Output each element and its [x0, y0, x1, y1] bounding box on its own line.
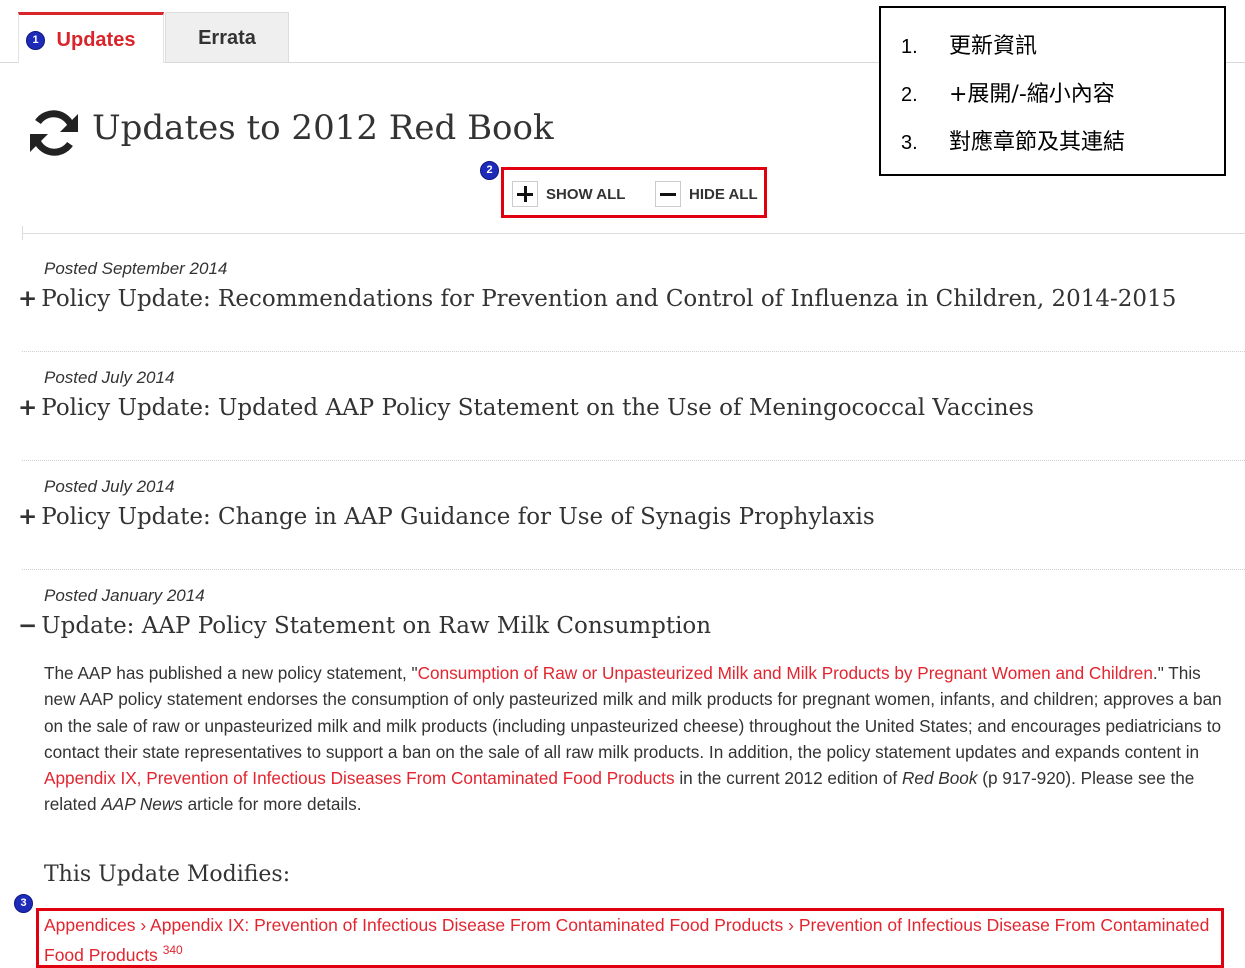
annotation-badge-2: 2	[480, 161, 499, 180]
update-title: Policy Update: Recommendations for Preve…	[41, 286, 1177, 312]
modifies-heading: This Update Modifies:	[44, 862, 291, 887]
collapse-icon: −	[18, 613, 38, 639]
posted-date: Posted January 2014	[44, 586, 205, 605]
body-text: in the current 2012 edition of	[674, 768, 902, 789]
posted-date: Posted July 2014	[44, 368, 175, 387]
update-item-toggle[interactable]: − Update: AAP Policy Statement on Raw Mil…	[18, 613, 711, 639]
expand-icon: +	[18, 504, 38, 530]
divider	[22, 233, 1245, 234]
annotation-num: 3.	[901, 132, 918, 154]
book-title: Red Book	[901, 768, 978, 789]
annotation-text: +展開/-縮小內容	[949, 82, 1115, 107]
annotation-row-3: 3. 對應章節及其連結	[901, 124, 1125, 156]
show-all-button[interactable]: SHOW ALL	[512, 180, 625, 208]
expand-icon: +	[18, 395, 38, 421]
tab-errata-label: Errata	[198, 27, 256, 49]
annotation-row-2: 2. +展開/-縮小內容	[901, 76, 1115, 108]
plus-icon	[512, 181, 538, 207]
modifies-link[interactable]: Appendices › Appendix IX: Prevention of …	[44, 913, 1224, 968]
posted-date: Posted September 2014	[44, 259, 228, 278]
update-body: The AAP has published a new policy state…	[44, 660, 1234, 818]
hide-all-label: HIDE ALL	[689, 185, 758, 203]
page-number: 340	[162, 943, 183, 957]
update-item-toggle[interactable]: + Policy Update: Updated AAP Policy State…	[18, 395, 1034, 421]
annotation-text: 更新資訊	[949, 34, 1038, 59]
update-title: Policy Update: Updated AAP Policy Statem…	[41, 395, 1034, 421]
divider	[22, 569, 1245, 570]
annotation-badge-1: 1	[26, 31, 45, 50]
annotation-badge-3: 3	[14, 894, 33, 913]
annotation-row-1: 1. 更新資訊	[901, 28, 1037, 60]
body-text: The AAP has published a new policy state…	[44, 663, 418, 683]
breadcrumb-link[interactable]: Appendices › Appendix IX: Prevention of …	[44, 915, 1209, 965]
divider	[22, 351, 1245, 352]
update-title: Policy Update: Change in AAP Guidance fo…	[41, 504, 875, 530]
tab-updates-label: Updates	[56, 29, 136, 51]
hide-all-button[interactable]: HIDE ALL	[655, 180, 758, 208]
refresh-icon	[30, 110, 78, 156]
tab-errata[interactable]: Errata	[165, 12, 289, 62]
update-title: Update: AAP Policy Statement on Raw Milk…	[41, 613, 712, 639]
show-all-label: SHOW ALL	[546, 185, 626, 203]
annotation-legend: 1. 更新資訊 2. +展開/-縮小內容 3. 對應章節及其連結	[879, 6, 1226, 176]
update-item-toggle[interactable]: + Policy Update: Change in AAP Guidance f…	[18, 504, 875, 530]
appendix-link[interactable]: Appendix IX, Prevention of Infectious Di…	[44, 768, 675, 788]
divider	[22, 460, 1245, 461]
page-title: Updates to 2012 Red Book	[92, 108, 554, 148]
expand-icon: +	[18, 286, 38, 312]
update-item-toggle[interactable]: + Policy Update: Recommendations for Prev…	[18, 286, 1176, 312]
posted-date: Posted July 2014	[44, 477, 175, 496]
body-text: article for more details.	[182, 794, 362, 815]
annotation-num: 1.	[901, 36, 918, 58]
annotation-text: 對應章節及其連結	[949, 130, 1126, 155]
minus-icon	[655, 181, 681, 207]
annotation-num: 2.	[901, 84, 918, 106]
policy-statement-link[interactable]: Consumption of Raw or Unpasteurized Milk…	[418, 663, 1153, 683]
news-title: AAP News	[101, 794, 183, 815]
